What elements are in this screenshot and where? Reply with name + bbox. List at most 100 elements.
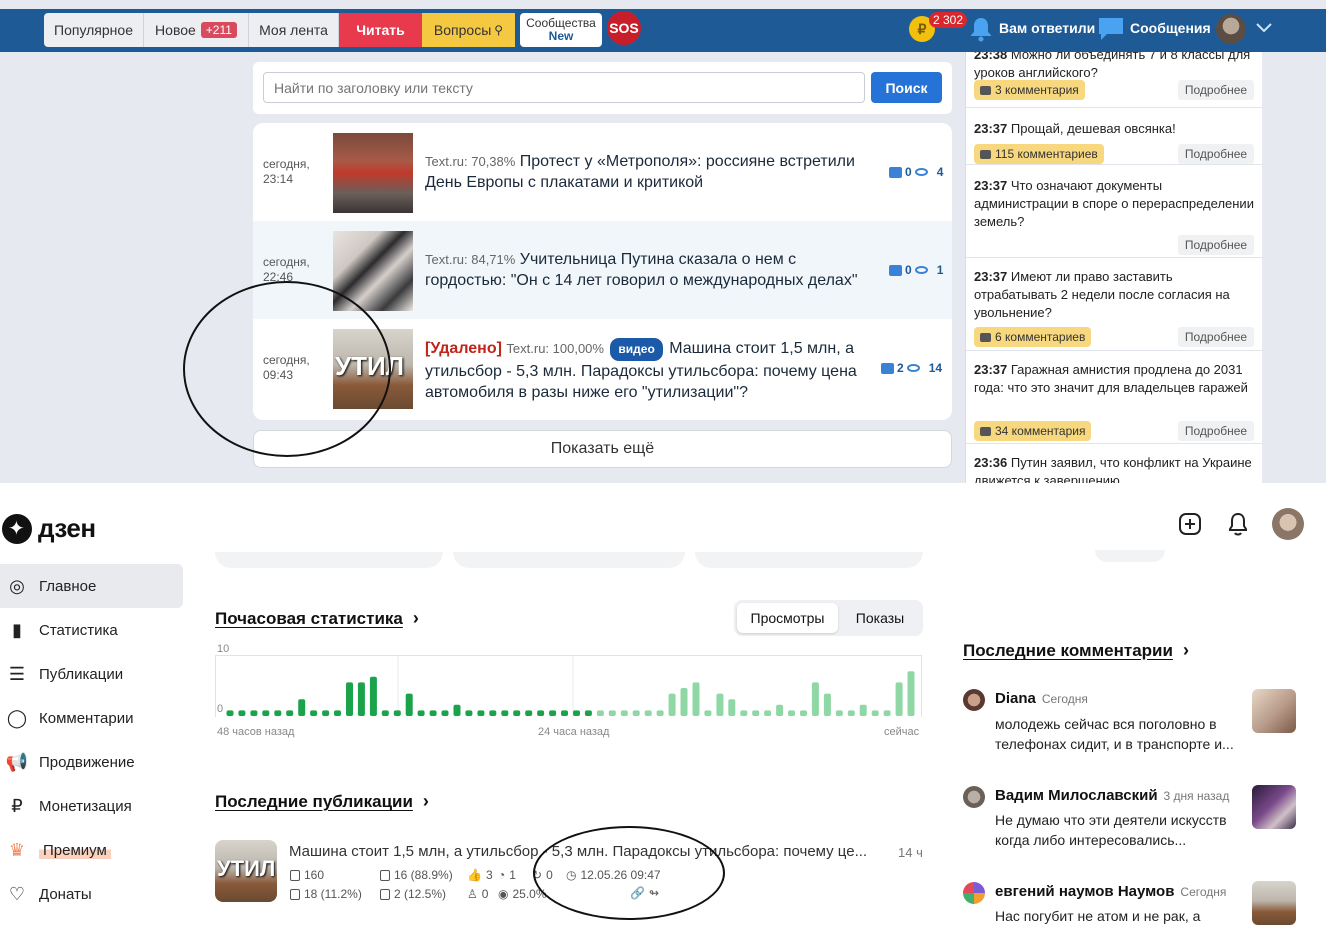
user-avatar[interactable] [1272, 508, 1304, 540]
feed-item[interactable]: 23:38 Можно ли объединять 7 и 8 классы д… [966, 52, 1262, 108]
chart-bar[interactable] [513, 710, 521, 716]
search-input[interactable] [263, 72, 865, 103]
chart-bar[interactable] [501, 710, 509, 716]
shows-toggle[interactable]: Показы [840, 603, 920, 633]
tab-my-feed[interactable]: Моя лента [249, 13, 339, 47]
chart-bar[interactable] [417, 710, 425, 716]
chart-bar[interactable] [334, 710, 341, 716]
news-title[interactable]: [Удалено] Text.ru: 100,00% видео Машина … [425, 338, 865, 403]
chart-bar[interactable] [298, 699, 306, 716]
chart-bar[interactable] [537, 710, 545, 716]
feed-item[interactable]: 23:36 Путин заявил, что конфликт на Укра… [966, 444, 1262, 483]
recent-publications-header[interactable]: Последние публикации › [215, 791, 429, 812]
details-button[interactable]: Подробнее [1178, 327, 1254, 347]
chart-bar[interactable] [656, 710, 664, 716]
chart-bar[interactable] [800, 710, 807, 716]
chart-bar[interactable] [668, 693, 676, 716]
chart-bar[interactable] [644, 710, 652, 716]
news-title[interactable]: Text.ru: 84,71% Учительница Путина сказа… [425, 249, 865, 291]
notifications-bell-icon[interactable] [1227, 512, 1249, 536]
messages-link[interactable]: Сообщения [1130, 20, 1211, 36]
news-title[interactable]: Text.ru: 70,38% Протест у «Метрополя»: р… [425, 151, 865, 193]
chart-bar[interactable] [847, 710, 855, 716]
views-toggle[interactable]: Просмотры [737, 603, 838, 633]
chart-bar[interactable] [716, 693, 724, 716]
chevron-down-icon[interactable] [1255, 22, 1273, 34]
show-more-button[interactable]: Показать ещё [253, 430, 952, 468]
comment-post-thumbnail[interactable] [1252, 785, 1296, 829]
chart-bar[interactable] [728, 699, 736, 716]
chart-bar[interactable] [525, 710, 533, 716]
comment-post-thumbnail[interactable] [1252, 881, 1296, 925]
chart-bar[interactable] [811, 682, 819, 716]
publication-thumbnail[interactable]: УТИЛ [215, 840, 277, 902]
chart-bar[interactable] [704, 710, 712, 716]
chart-bar[interactable] [322, 710, 330, 716]
chart-bar[interactable] [740, 710, 748, 716]
search-button[interactable]: Поиск [871, 72, 942, 103]
tab-questions[interactable]: Вопросы ⚲ [422, 13, 515, 47]
comments-count[interactable]: 3 комментария [974, 80, 1085, 100]
details-button[interactable]: Подробнее [1178, 80, 1254, 100]
comment-author[interactable]: евгений наумов Наумов Сегодня [995, 883, 1226, 900]
comments-count[interactable]: 34 комментария [974, 421, 1092, 441]
chart-bar[interactable] [608, 710, 616, 716]
chart-bar[interactable] [764, 710, 772, 716]
chart-bar[interactable] [907, 671, 915, 716]
chart-bar[interactable] [620, 710, 628, 716]
chart-bar[interactable] [262, 710, 270, 716]
feed-item[interactable]: 23:37 Гаражная амнистия продлена до 2031… [966, 351, 1262, 444]
tab-popular[interactable]: Популярное [44, 13, 144, 47]
chart-bar[interactable] [346, 682, 353, 716]
comment-author[interactable]: Diana Сегодня [995, 690, 1088, 707]
chart-bar[interactable] [477, 710, 485, 716]
feed-item[interactable]: 23:37 Что означают документы администрац… [966, 165, 1262, 258]
avatar[interactable] [1216, 14, 1246, 44]
chart-bar[interactable] [549, 710, 557, 716]
sidebar-item-6[interactable]: ₽ Монетизация [0, 784, 183, 828]
commenter-avatar[interactable] [963, 882, 985, 904]
chart-bar[interactable] [238, 710, 246, 716]
chart-bar[interactable] [405, 693, 413, 716]
chart-bar[interactable] [859, 704, 867, 716]
chart-bar[interactable] [561, 710, 568, 716]
bell-icon[interactable] [969, 16, 993, 42]
chart-bar[interactable] [393, 710, 401, 716]
chart-bar[interactable] [596, 710, 604, 716]
sidebar-item-1[interactable]: ◎ Главное [0, 564, 183, 608]
feed-item[interactable]: 23:37 Имеют ли право заставить отрабатыв… [966, 258, 1262, 351]
chart-bar[interactable] [441, 710, 449, 716]
comments-count[interactable]: 6 комментариев [974, 327, 1092, 347]
comment-text[interactable]: Не думаю что эти деятели искусств когда … [995, 810, 1247, 850]
chart-bar[interactable] [835, 710, 843, 716]
chart-bar[interactable] [286, 710, 294, 716]
sidebar-item-5[interactable]: 📢 Продвижение [0, 740, 183, 784]
chart-bar[interactable] [692, 682, 700, 716]
chart-bar[interactable] [680, 688, 688, 716]
sidebar-item-3[interactable]: ☰ Публикации [0, 652, 183, 696]
comment-author[interactable]: Вадим Милославский 3 дня назад [995, 787, 1229, 804]
recent-comments-header[interactable]: Последние комментарии › [963, 640, 1189, 661]
chart-bar[interactable] [895, 682, 903, 716]
chart-bar[interactable] [489, 710, 497, 716]
hourly-stats-header[interactable]: Почасовая статистика › [215, 608, 419, 629]
chart-bar[interactable] [871, 710, 879, 716]
comment-text[interactable]: молодежь сейчас вся поголовно в телефона… [995, 714, 1247, 754]
comment-text[interactable]: Нас погубит не атом и не рак, а [995, 906, 1247, 926]
commenter-avatar[interactable] [963, 786, 985, 808]
sidebar-item-4[interactable]: ◯ Комментарии [0, 696, 183, 740]
comments-count[interactable]: 115 комментариев [974, 144, 1104, 164]
chart-bar[interactable] [357, 682, 365, 716]
chart-bar[interactable] [776, 704, 784, 716]
chart-bar[interactable] [573, 710, 580, 716]
comment-post-thumbnail[interactable] [1252, 689, 1296, 733]
tab-new[interactable]: Новое +211 [144, 13, 249, 47]
chart-bar[interactable] [226, 710, 234, 716]
chart-bar[interactable] [250, 710, 258, 716]
add-icon[interactable] [1178, 512, 1202, 536]
answers-link[interactable]: Вам ответили [999, 20, 1095, 36]
tab-communities[interactable]: Сообщества New [520, 13, 602, 47]
chart-bar[interactable] [632, 710, 640, 716]
chart-bar[interactable] [883, 710, 891, 716]
tab-read[interactable]: Читать [339, 13, 422, 47]
